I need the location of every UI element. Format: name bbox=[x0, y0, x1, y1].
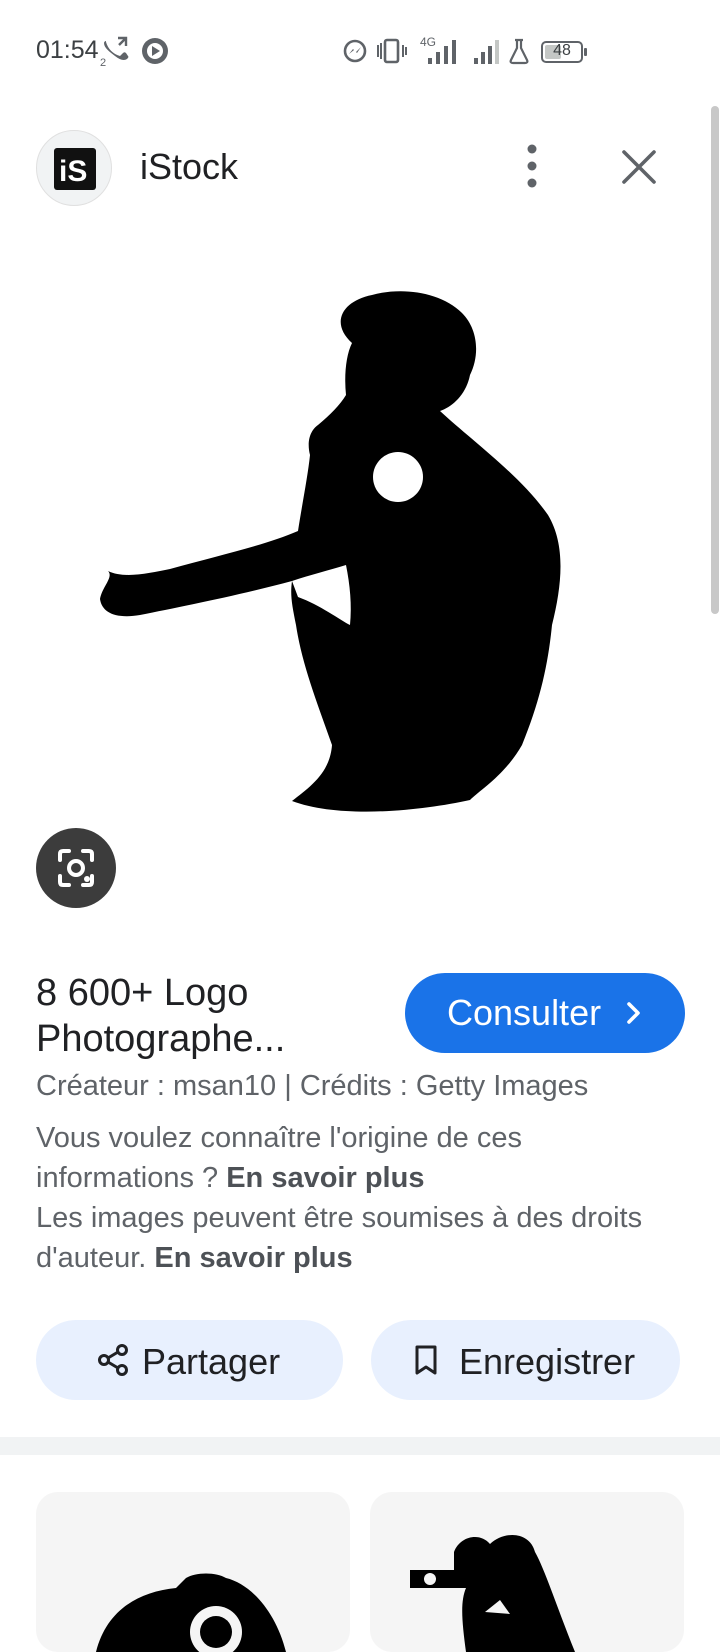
save-label: Enregistrer bbox=[459, 1341, 636, 1382]
call-sim-number: 2 bbox=[100, 57, 106, 68]
call-forward-icon: 2 bbox=[100, 36, 129, 68]
battery-level: 48 bbox=[553, 42, 571, 59]
more-options-button[interactable] bbox=[510, 136, 554, 196]
learn-more-link-1[interactable]: En savoir plus bbox=[226, 1162, 424, 1194]
result-title-line-2: Photographe... bbox=[36, 1018, 286, 1060]
image-credits: Créateur : msan10 | Crédits : Getty Imag… bbox=[36, 1070, 589, 1102]
section-divider bbox=[0, 1437, 720, 1455]
site-logo: iS bbox=[36, 130, 112, 206]
battery-icon: 48 bbox=[541, 41, 587, 63]
close-button[interactable] bbox=[612, 140, 666, 194]
vibrate-icon bbox=[377, 38, 407, 64]
related-image-2[interactable] bbox=[370, 1492, 684, 1652]
bookmark-icon bbox=[415, 1345, 437, 1375]
signal-4g-icon: 4G bbox=[420, 35, 456, 64]
visit-button-label: Consulter bbox=[447, 992, 602, 1033]
istock-logo-icon: iS bbox=[59, 155, 87, 188]
result-title-line-1: 8 600+ Logo bbox=[36, 972, 249, 1014]
camera-logo-thumbnail bbox=[96, 1573, 286, 1652]
site-name[interactable]: iStock bbox=[140, 146, 238, 188]
logo-text: iS bbox=[59, 155, 87, 188]
learn-more-link-2[interactable]: En savoir plus bbox=[154, 1242, 352, 1274]
photographer-thumbnail bbox=[410, 1534, 575, 1652]
lab-flask-icon bbox=[509, 38, 529, 65]
screen-record-icon bbox=[142, 38, 168, 64]
chevron-right-icon bbox=[627, 1002, 640, 1024]
signal-icon bbox=[474, 40, 499, 64]
share-label: Partager bbox=[142, 1341, 281, 1382]
close-icon bbox=[622, 150, 656, 184]
status-bar: 01:54 2 4G 48 bbox=[0, 0, 720, 100]
more-vert-icon bbox=[527, 144, 537, 188]
related-image-1[interactable] bbox=[36, 1492, 350, 1652]
network-type: 4G bbox=[420, 35, 436, 49]
share-icon bbox=[98, 1344, 128, 1376]
save-button[interactable]: Enregistrer bbox=[371, 1320, 680, 1400]
info-text: Vous voulez connaître l'origine de ces i… bbox=[36, 1118, 686, 1278]
messenger-icon bbox=[343, 39, 367, 63]
visit-button[interactable]: Consulter bbox=[405, 973, 685, 1053]
lens-search-button[interactable] bbox=[36, 828, 116, 908]
lens-search-icon bbox=[58, 849, 94, 887]
result-image[interactable] bbox=[0, 225, 720, 905]
status-time: 01:54 bbox=[36, 36, 99, 64]
source-header: iS iStock bbox=[0, 120, 720, 210]
share-button[interactable]: Partager bbox=[36, 1320, 343, 1400]
result-title[interactable]: 8 600+ Logo Photographe... bbox=[36, 970, 396, 1062]
